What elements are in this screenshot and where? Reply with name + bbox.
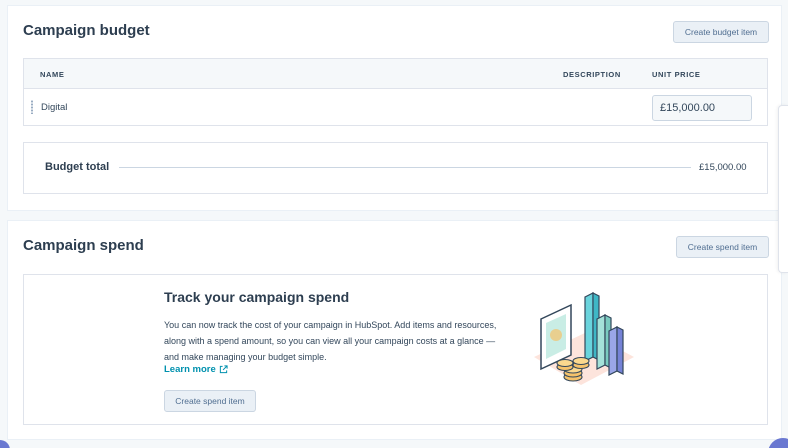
learn-more-link[interactable]: Learn more <box>164 364 228 375</box>
campaign-spend-title: Campaign spend <box>23 237 144 254</box>
create-budget-item-button[interactable]: Create budget item <box>673 21 769 43</box>
unit-price-input[interactable] <box>652 95 752 121</box>
side-panel-edge[interactable] <box>778 105 788 273</box>
budget-total-label: Budget total <box>45 161 110 173</box>
budget-table: NAME DESCRIPTION UNIT PRICE Digital <box>23 58 768 126</box>
create-spend-item-button[interactable]: Create spend item <box>676 236 769 258</box>
empty-state-title: Track your campaign spend <box>164 289 350 305</box>
row-name: Digital <box>41 102 68 113</box>
budget-total-value: £15,000.00 <box>699 162 747 173</box>
spend-empty-state: Track your campaign spend You can now tr… <box>23 274 768 425</box>
help-widget-left[interactable] <box>0 440 10 448</box>
column-header-name[interactable]: NAME <box>40 70 64 79</box>
external-link-icon <box>219 365 228 374</box>
empty-state-description: You can now track the cost of your campa… <box>164 320 497 362</box>
drag-handle-icon[interactable] <box>30 100 34 114</box>
column-header-description[interactable]: DESCRIPTION <box>563 70 621 79</box>
campaign-budget-card: Campaign budget Create budget item NAME … <box>7 5 782 211</box>
column-header-unit-price[interactable]: UNIT PRICE <box>652 70 701 79</box>
table-row[interactable]: Digital <box>24 89 767 126</box>
budget-total-box: Budget total £15,000.00 <box>23 142 768 194</box>
budget-total-divider <box>119 167 691 168</box>
empty-state-create-spend-button[interactable]: Create spend item <box>164 390 256 412</box>
learn-more-label: Learn more <box>164 364 216 375</box>
bar-chart-coins-illustration <box>534 292 634 385</box>
campaign-budget-title: Campaign budget <box>23 22 150 39</box>
budget-table-header: NAME DESCRIPTION UNIT PRICE <box>24 59 767 89</box>
campaign-spend-card: Campaign spend Create spend item Track y… <box>7 220 782 440</box>
